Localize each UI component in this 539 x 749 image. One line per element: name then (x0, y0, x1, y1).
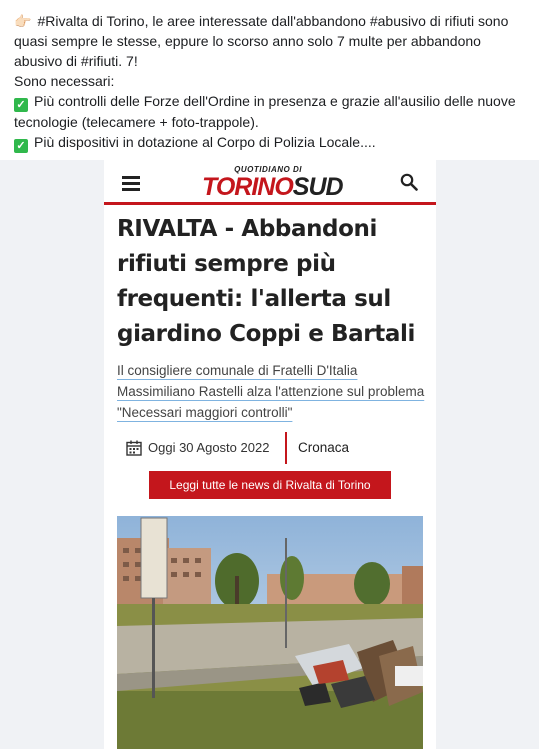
post-line-3: Più controlli delle Forze dell'Ordine in… (14, 93, 516, 130)
meta-divider (285, 432, 287, 464)
read-all-news-button[interactable]: Leggi tutte le news di Rivalta di Torino (149, 471, 391, 499)
post-line-1: #Rivalta di Torino, le aree interessate … (14, 13, 509, 69)
check-mark-icon: ✓ (14, 139, 28, 153)
article-category[interactable]: Cronaca (298, 440, 349, 455)
post-paragraph-1: 👉🏻 #Rivalta di Torino, le aree interessat… (14, 11, 529, 71)
post-line-4: Più dispositivi in dotazione al Corpo di… (34, 134, 376, 150)
post-paragraph-4: ✓ Più dispositivi in dotazione al Corpo d… (14, 132, 529, 153)
post-line-2: Sono necessari: (14, 73, 115, 89)
article-subtitle: Il consigliere comunale di Fratelli D'It… (117, 363, 425, 420)
menu-icon[interactable] (122, 176, 140, 191)
check-mark-icon: ✓ (14, 98, 28, 112)
calendar-icon (126, 440, 142, 456)
site-header: QUOTIDIANO DI TORINOSUD (104, 160, 436, 205)
article-photo (117, 516, 423, 749)
search-icon[interactable] (400, 173, 418, 191)
pointing-hand-icon: 👉🏻 (14, 13, 32, 29)
logo-main-text: TORINOSUD (202, 173, 344, 201)
site-logo[interactable]: QUOTIDIANO DI TORINOSUD (202, 165, 352, 201)
article-headline: RIVALTA - Abbandoni rifiuti sempre più f… (117, 216, 415, 347)
shared-article-screenshot[interactable]: QUOTIDIANO DI TORINOSUD RIVALTA - Abband… (104, 160, 436, 749)
article-date: Oggi 30 Agosto 2022 (148, 440, 270, 455)
article-meta: Oggi 30 Agosto 2022 Cronaca (126, 432, 426, 467)
header-divider (104, 202, 436, 205)
post-text: 👉🏻 #Rivalta di Torino, le aree interessat… (0, 0, 539, 160)
post-paragraph-3: ✓ Più controlli delle Forze dell'Ordine i… (14, 91, 529, 132)
